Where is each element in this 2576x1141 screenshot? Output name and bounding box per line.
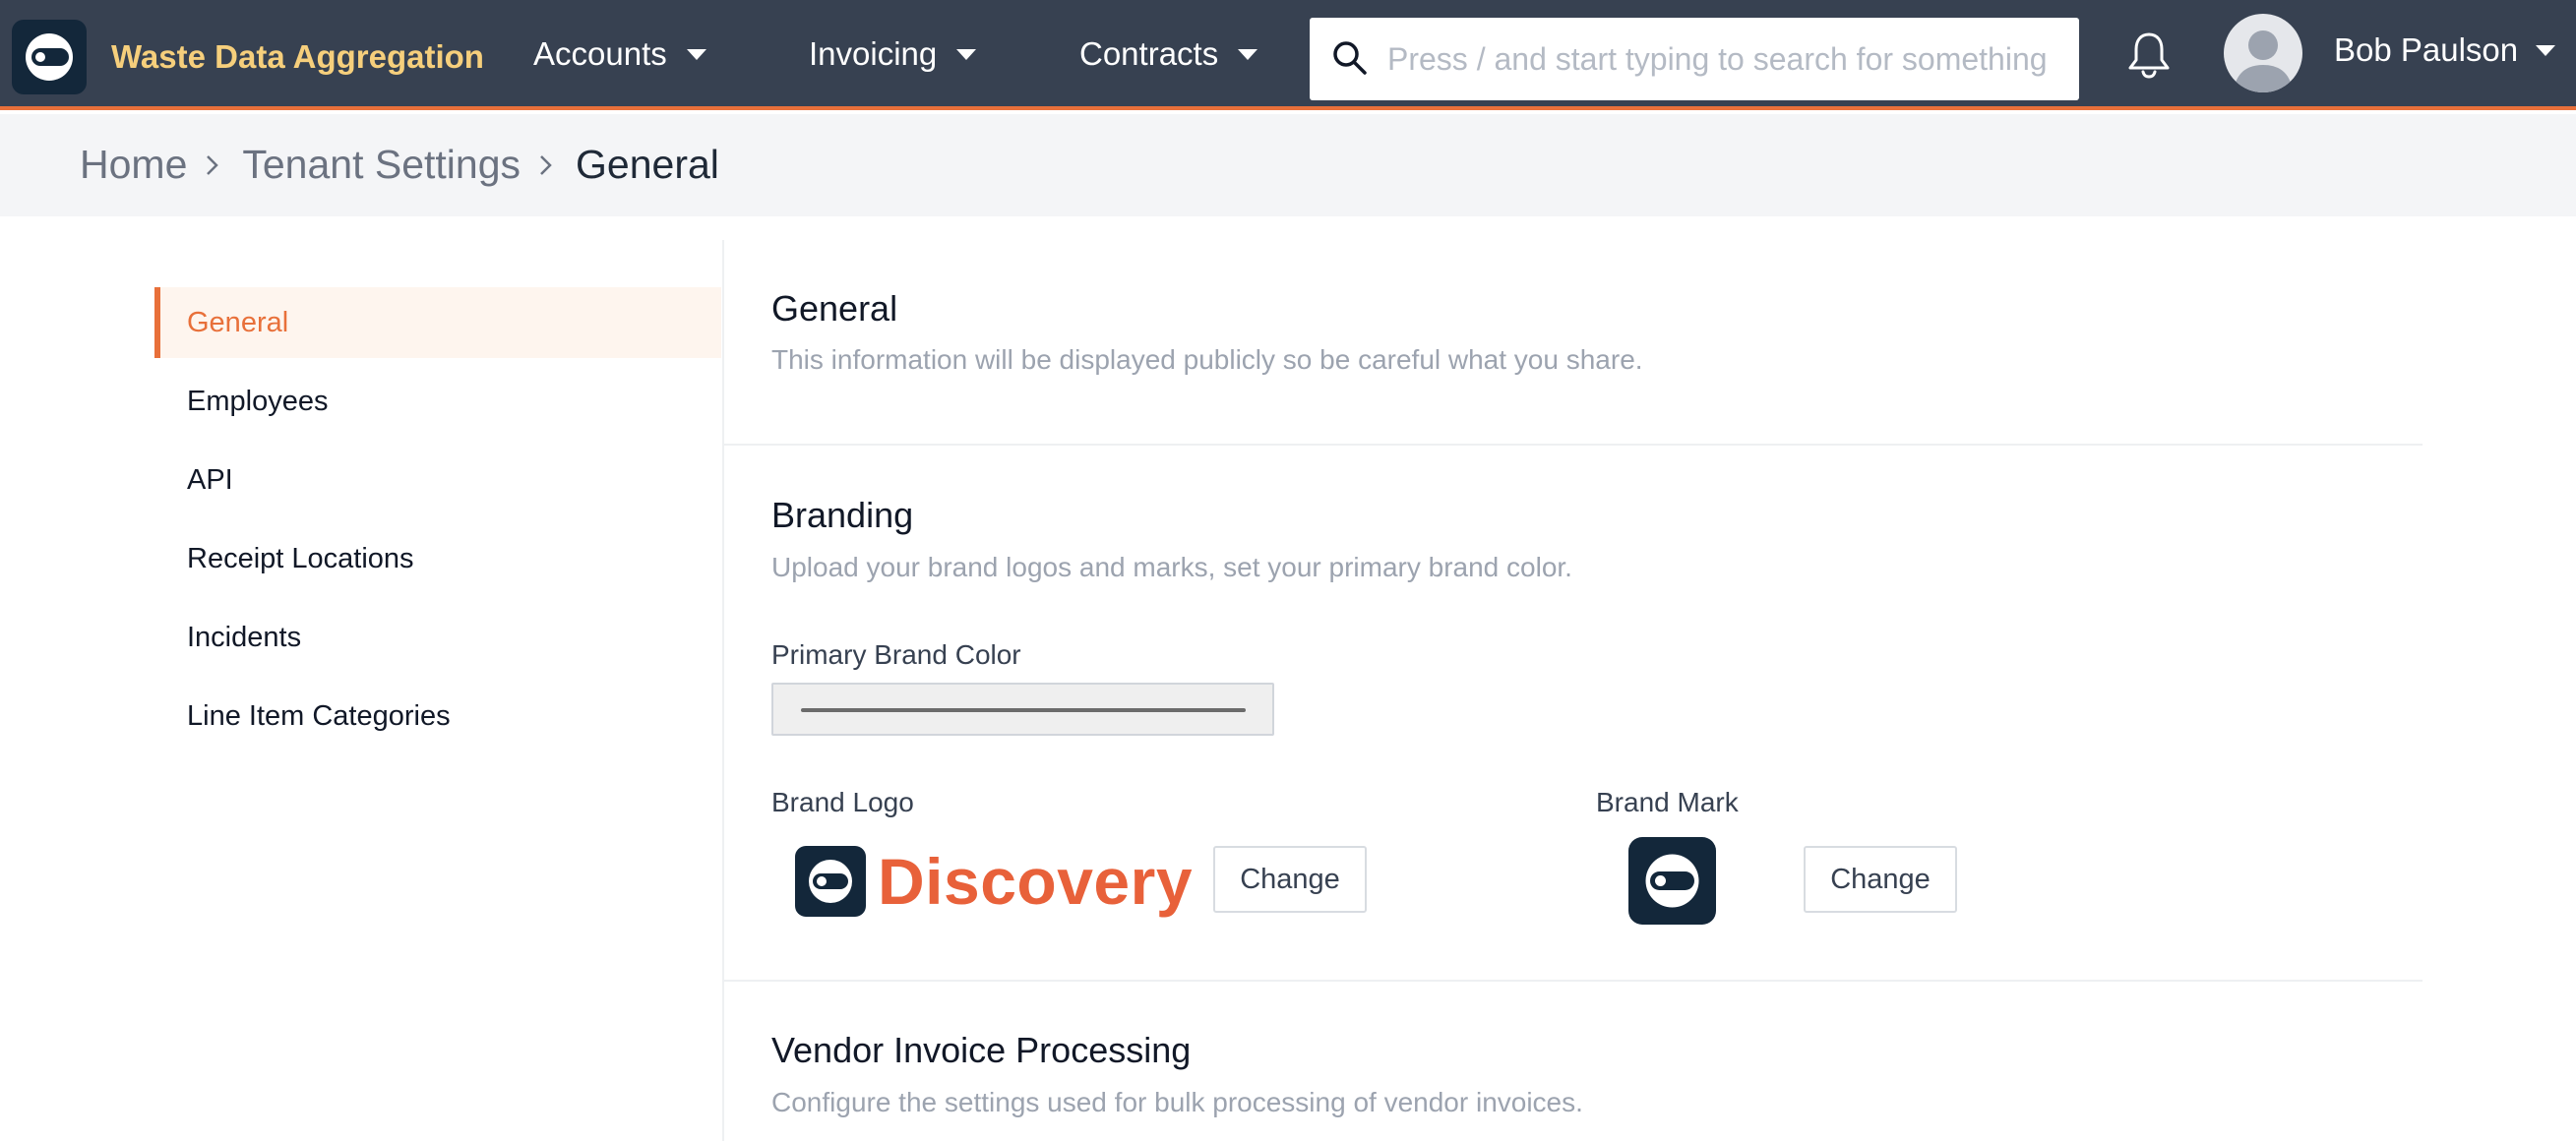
nav-accounts-label: Accounts (533, 35, 667, 72)
sidebar-item-receipt-locations[interactable]: Receipt Locations (154, 523, 721, 594)
search-icon (1333, 41, 1367, 75)
user-name: Bob Paulson (2334, 31, 2519, 68)
sidebar-item-api[interactable]: API (154, 445, 721, 515)
vendor-invoice-section-description: Configure the settings used for bulk pro… (771, 1087, 1583, 1117)
chevron-down-icon (956, 48, 977, 60)
nav-contracts-label: Contracts (1079, 35, 1219, 72)
vendor-invoice-section-title: Vendor Invoice Processing (771, 1030, 1192, 1070)
content-divider (722, 240, 724, 1141)
branding-section-title: Branding (771, 495, 914, 535)
breadcrumb-tenant-settings[interactable]: Tenant Settings (242, 142, 521, 188)
brand-logo-image: Discovery (795, 844, 1193, 919)
breadcrumb-bar: Home Tenant Settings General (0, 114, 2576, 216)
primary-brand-color-picker[interactable] (771, 683, 1274, 736)
branding-section-description: Upload your brand logos and marks, set y… (771, 552, 1572, 582)
breadcrumb: Home Tenant Settings General (80, 142, 719, 188)
brand-mark-image (1628, 837, 1716, 925)
sidebar-item-incidents[interactable]: Incidents (154, 602, 721, 673)
section-divider (724, 444, 2423, 446)
nav-invoicing-menu[interactable]: Invoicing (809, 35, 977, 73)
brand-mark-icon (795, 846, 866, 917)
global-search (1310, 18, 2079, 100)
sidebar-item-employees[interactable]: Employees (154, 366, 721, 437)
section-divider (724, 980, 2423, 982)
avatar[interactable] (2224, 14, 2302, 92)
color-swatch-value (801, 708, 1246, 712)
nav-contracts-menu[interactable]: Contracts (1079, 35, 1258, 73)
chevron-down-icon (2536, 44, 2556, 56)
nav-accounts-menu[interactable]: Accounts (533, 35, 706, 73)
sidebar-item-general[interactable]: General (154, 287, 721, 358)
brand-mark-icon (1645, 854, 1699, 908)
breadcrumb-home[interactable]: Home (80, 142, 187, 188)
sidebar-item-line-item-categories[interactable]: Line Item Categories (154, 681, 721, 751)
top-navbar: Waste Data Aggregation Accounts Invoicin… (0, 0, 2576, 110)
bell-icon[interactable] (2125, 30, 2173, 81)
nav-invoicing-label: Invoicing (809, 35, 938, 72)
change-brand-logo-button[interactable]: Change (1213, 846, 1367, 913)
user-menu[interactable]: Bob Paulson (2334, 31, 2556, 69)
chevron-right-icon (538, 152, 554, 178)
app-logo-icon[interactable] (12, 20, 87, 94)
chevron-right-icon (205, 152, 220, 178)
general-section-description: This information will be displayed publi… (771, 344, 1643, 375)
search-input[interactable] (1387, 31, 2056, 87)
primary-brand-color-label: Primary Brand Color (771, 639, 1021, 670)
brand-logo-wordmark: Discovery (878, 845, 1194, 918)
app-name[interactable]: Waste Data Aggregation (111, 38, 484, 76)
chevron-down-icon (1238, 48, 1258, 60)
breadcrumb-current: General (576, 142, 719, 187)
brand-mark-label: Brand Mark (1596, 787, 1739, 817)
brand-logo-label: Brand Logo (771, 787, 914, 817)
chevron-down-icon (686, 48, 706, 60)
general-section-title: General (771, 288, 898, 329)
settings-sidebar: General Employees API Receipt Locations … (154, 287, 721, 759)
change-brand-mark-button[interactable]: Change (1804, 846, 1957, 913)
